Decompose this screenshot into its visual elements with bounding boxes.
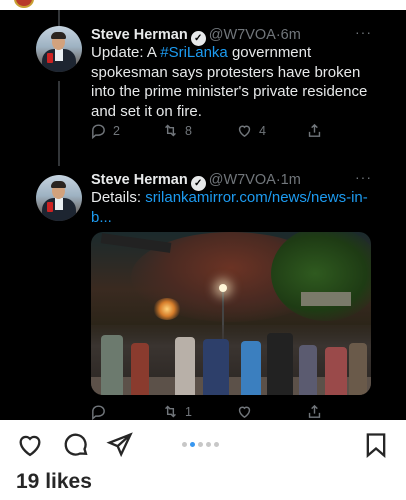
photo-person	[131, 343, 149, 395]
tweet-text: Details: srilankamirror.com/news/news-in…	[91, 188, 381, 227]
photo-lamp	[219, 284, 227, 292]
photo-person	[349, 343, 367, 395]
tweet[interactable]: Steve Herman ✓ @W7VOA·1m ··· Details: sril…	[0, 155, 406, 420]
more-options-icon[interactable]: ···	[355, 169, 372, 185]
share-button[interactable]	[306, 403, 329, 420]
reply-count: 2	[113, 123, 120, 138]
carousel-dot	[206, 442, 211, 447]
photo-person	[325, 347, 347, 395]
share-button[interactable]	[306, 122, 329, 139]
author-name[interactable]: Steve Herman	[91, 27, 188, 43]
retweet-icon	[165, 405, 176, 418]
like-button[interactable]: 4	[236, 122, 266, 139]
tweet-actions: 2 8 4	[90, 122, 330, 142]
photo-person	[101, 335, 123, 395]
reply-button[interactable]: 2	[90, 122, 120, 139]
bookmark-icon[interactable]	[362, 431, 390, 459]
timestamp[interactable]: 6m	[281, 27, 301, 43]
thread-line	[58, 81, 60, 166]
like-count: 4	[259, 123, 266, 138]
likes-count[interactable]: 19 likes	[16, 470, 92, 494]
photo-person	[299, 345, 317, 395]
carousel-dot	[182, 442, 187, 447]
instagram-top-strip	[0, 0, 406, 10]
author-handle[interactable]: @W7VOA	[209, 172, 276, 188]
retweet-button[interactable]: 1	[162, 403, 192, 420]
tweet-text: Update: A #SriLanka government spokesman…	[91, 43, 381, 121]
tweet-text-part: Update: A	[91, 44, 161, 61]
heart-icon[interactable]	[16, 431, 44, 459]
retweet-count: 8	[185, 123, 192, 138]
retweet-button[interactable]: 8	[162, 122, 192, 139]
timestamp[interactable]: 1m	[281, 172, 301, 188]
send-icon[interactable]	[106, 431, 134, 459]
photo-person	[175, 337, 195, 395]
share-icon	[308, 123, 321, 137]
tweet[interactable]: Steve Herman ✓ @W7VOA·6m ··· Update: A #Sr…	[0, 10, 406, 166]
retweet-count: 1	[185, 404, 192, 419]
photo-fire	[153, 298, 181, 320]
share-icon	[308, 404, 321, 418]
tweet-text-part: Details:	[91, 189, 146, 206]
author-name[interactable]: Steve Herman	[91, 172, 188, 188]
tweet-actions: 1	[90, 403, 330, 420]
more-options-icon[interactable]: ···	[355, 24, 372, 40]
avatar[interactable]	[36, 175, 82, 221]
profile-avatar[interactable]	[14, 0, 34, 8]
like-icon	[238, 125, 251, 138]
carousel-dot	[198, 442, 203, 447]
photo-overhang	[100, 233, 172, 253]
hashtag-link[interactable]: #SriLanka	[160, 44, 228, 61]
carousel-indicator	[182, 442, 222, 447]
photo-person	[241, 341, 261, 395]
reply-icon	[92, 124, 105, 139]
photo-person	[203, 339, 229, 395]
retweet-icon	[165, 124, 176, 137]
avatar[interactable]	[36, 26, 82, 72]
like-icon	[238, 406, 251, 419]
like-button[interactable]	[236, 403, 259, 420]
author-handle[interactable]: @W7VOA	[209, 27, 276, 43]
post-action-bar	[0, 420, 406, 470]
carousel-dot	[190, 442, 195, 447]
reply-button[interactable]	[90, 403, 113, 420]
photo-barrier	[301, 292, 351, 306]
reply-icon	[92, 405, 105, 420]
photo-person	[267, 333, 293, 395]
tweet-photo[interactable]	[91, 232, 371, 395]
comment-icon[interactable]	[62, 431, 90, 459]
carousel-dot	[214, 442, 219, 447]
post-image: Steve Herman ✓ @W7VOA·6m ··· Update: A #Sr…	[0, 10, 406, 420]
